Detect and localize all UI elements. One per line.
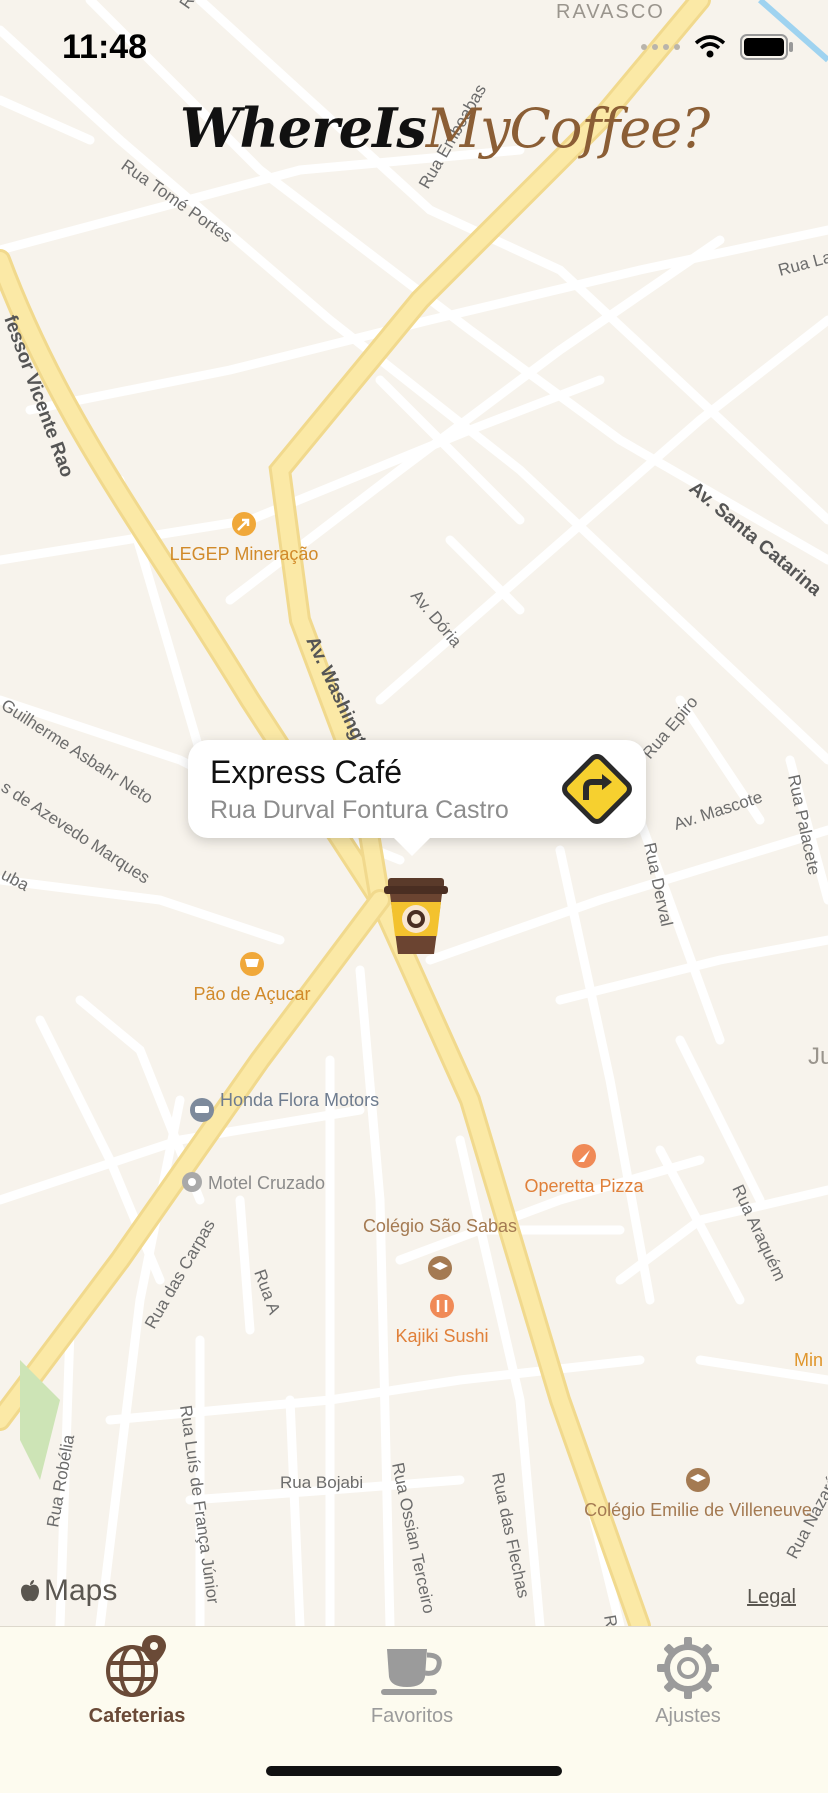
poi-label: Min Pre (794, 1350, 828, 1370)
poi-label: Colégio São Sabas (363, 1216, 517, 1236)
street-label: Ru (600, 1613, 622, 1626)
app-title-part1: WhereIs (180, 96, 427, 160)
callout-title: Express Café (210, 754, 403, 790)
legal-link[interactable]: Legal (747, 1586, 796, 1609)
globe-pin-icon (106, 1635, 166, 1697)
status-icons (641, 34, 794, 60)
street-label: Rua Bojabi (280, 1473, 363, 1492)
wifi-icon (694, 35, 726, 58)
poi-label: Operetta Pizza (524, 1176, 644, 1196)
maps-label: Maps (44, 1574, 118, 1607)
cellular-signal-icon (641, 44, 680, 50)
apple-icon (21, 1580, 39, 1602)
status-bar: 11:48 (0, 0, 828, 100)
tab-label: Favoritos (370, 1705, 454, 1727)
poi-label: Motel Cruzado (208, 1173, 325, 1193)
map-callout[interactable]: Express Café Rua Durval Fontura Castro (188, 740, 646, 856)
battery-icon (740, 34, 793, 60)
coffee-cup-icon (381, 1649, 442, 1695)
coffee-cup-pin-icon[interactable] (384, 876, 448, 956)
poi-label: Honda Flora Motors (220, 1090, 379, 1110)
status-time: 11:48 (62, 28, 148, 66)
poi-label: Pão de Açucar (193, 984, 310, 1004)
poi-label: Kajiki Sushi (395, 1326, 488, 1346)
tab-cafeterias[interactable]: Cafeterias (47, 1633, 227, 1743)
fork-knife-icon (430, 1294, 454, 1318)
app-title-part2: MyCoffee? (425, 97, 710, 160)
tab-label: Ajustes (655, 1705, 721, 1727)
tab-ajustes[interactable]: Ajustes (598, 1633, 778, 1743)
home-indicator[interactable] (266, 1766, 562, 1776)
tab-favoritos[interactable]: Favoritos (322, 1633, 502, 1743)
poi-label: LEGEP Mineração (170, 544, 319, 564)
app-title: WhereIsMyCoffee? (180, 96, 710, 160)
poi-label: Colégio Emilie de Villeneuve (584, 1500, 812, 1520)
directions-icon[interactable] (558, 750, 636, 828)
maps-attribution: Maps (20, 1574, 117, 1608)
callout-subtitle: Rua Durval Fontura Castro (210, 796, 509, 824)
tab-label: Cafeterias (88, 1705, 186, 1727)
street-label: Ju (808, 1043, 828, 1070)
poi-min-pre[interactable]: Min Pre (794, 1350, 828, 1370)
gear-icon (657, 1637, 719, 1699)
